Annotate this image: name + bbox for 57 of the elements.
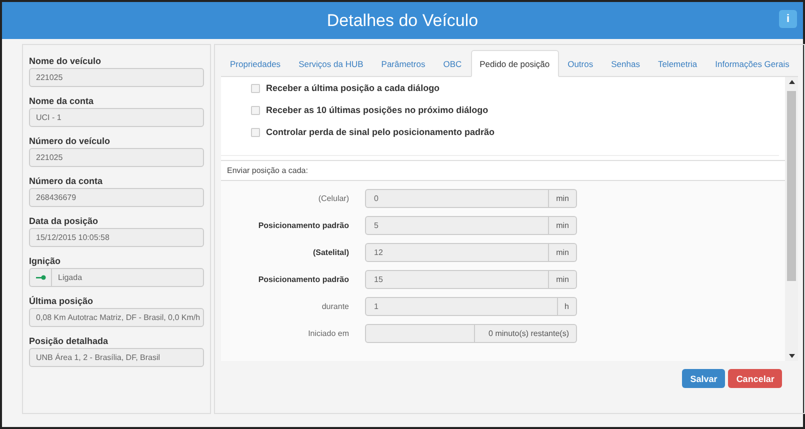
checkbox[interactable] bbox=[251, 106, 260, 114]
checkbox[interactable] bbox=[251, 128, 260, 136]
field-label: Iniciado em bbox=[307, 329, 350, 338]
tab[interactable]: Pedido de posição bbox=[470, 50, 559, 77]
readonly-field[interactable]: 15 bbox=[365, 270, 550, 289]
tab[interactable]: OBC bbox=[434, 50, 471, 77]
readonly-field[interactable]: 0,08 Km Autotrac Matriz, DF - Brasil, 0,0 Km/h bbox=[29, 308, 204, 327]
tab[interactable]: Parâmetros bbox=[372, 50, 434, 77]
field-label: Ignição bbox=[29, 256, 62, 266]
unit-addon: min bbox=[549, 243, 577, 262]
readonly-field[interactable]: 5 bbox=[365, 216, 550, 235]
scrollbar[interactable] bbox=[785, 77, 798, 361]
tab[interactable]: Telemetria bbox=[648, 50, 706, 77]
ignition-field[interactable]: Ligada bbox=[51, 268, 204, 287]
field-label: Posicionamento padrão bbox=[257, 221, 350, 230]
save-button[interactable]: Salvar bbox=[682, 369, 726, 388]
field-label: Nome da conta bbox=[29, 96, 95, 106]
field-label: (Satelital) bbox=[312, 248, 350, 257]
checkbox-label: Receber a última posição a cada diálogo bbox=[266, 83, 440, 93]
readonly-field[interactable]: 0 bbox=[365, 189, 550, 208]
remaining-addon: 0 minuto(s) restante(s) bbox=[475, 324, 577, 343]
readonly-field[interactable]: 1 bbox=[365, 297, 558, 316]
unit-addon: min bbox=[549, 216, 577, 235]
readonly-field[interactable]: 12 bbox=[365, 243, 550, 262]
window-title: Detalhes do Veículo bbox=[326, 10, 478, 30]
readonly-field[interactable]: 221025 bbox=[29, 148, 204, 167]
key-icon bbox=[36, 275, 46, 280]
readonly-field[interactable]: UCI - 1 bbox=[29, 108, 204, 127]
scroll-up-icon[interactable] bbox=[788, 80, 795, 84]
field-label: Número da conta bbox=[29, 176, 104, 186]
tab[interactable]: Informações Gerais bbox=[706, 50, 798, 77]
unit-addon: min bbox=[549, 270, 577, 289]
readonly-field[interactable]: 221025 bbox=[29, 68, 204, 87]
cancel-button[interactable]: Cancelar bbox=[728, 369, 782, 388]
scroll-down-icon[interactable] bbox=[788, 354, 795, 358]
field-label: Posicionamento padrão bbox=[257, 275, 350, 284]
readonly-field[interactable]: UNB Área 1, 2 - Brasília, DF, Brasil bbox=[29, 348, 204, 367]
section-title: Enviar posição a cada: bbox=[221, 160, 786, 181]
field-label: Data da posição bbox=[29, 216, 100, 226]
checkbox[interactable] bbox=[251, 84, 260, 92]
checkbox-label: Controlar perda de sinal pelo posicionamento padrão bbox=[266, 127, 495, 137]
field-label: Nome do veículo bbox=[29, 56, 102, 66]
field-label: (Celular) bbox=[317, 194, 350, 203]
field-label: durante bbox=[320, 302, 350, 311]
unit-addon: min bbox=[549, 189, 577, 208]
readonly-field[interactable] bbox=[365, 324, 475, 343]
tab[interactable]: Propriedades bbox=[221, 50, 290, 77]
checkbox-label: Receber as 10 últimas posições no próximo diálogo bbox=[266, 105, 488, 115]
readonly-field[interactable]: 268436679 bbox=[29, 188, 204, 207]
readonly-field[interactable]: 15/12/2015 10:05:58 bbox=[29, 228, 204, 247]
tab[interactable]: Senhas bbox=[602, 50, 649, 77]
field-label: Última posição bbox=[29, 296, 94, 306]
tab[interactable]: Outros bbox=[558, 50, 602, 77]
field-label: Número do veículo bbox=[29, 136, 112, 146]
tab[interactable]: Serviços da HUB bbox=[290, 50, 372, 77]
field-label: Posição detalhada bbox=[29, 336, 110, 346]
unit-addon: h bbox=[558, 297, 577, 316]
